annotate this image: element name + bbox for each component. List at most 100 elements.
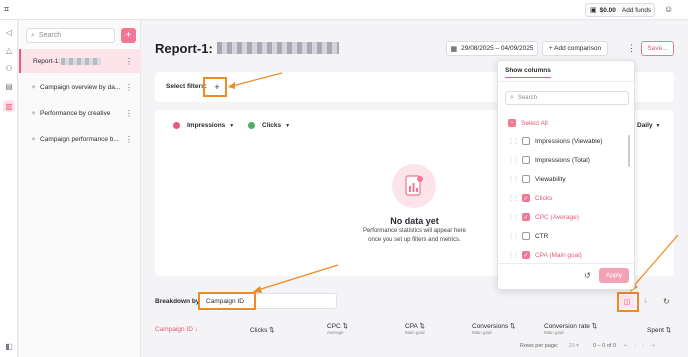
search-placeholder: Search	[38, 32, 62, 39]
select-all-checkbox[interactable]: − Select All	[508, 117, 548, 129]
more-options-icon[interactable]: ⋮	[125, 109, 133, 118]
sparkle-icon: ✧	[31, 136, 37, 143]
column-option[interactable]: ⋮⋮ Impressions (Total)	[508, 154, 590, 166]
save-label: Save...	[647, 45, 668, 52]
granularity-label: Daily	[637, 122, 653, 129]
report-item-label: Campaign performance b...	[40, 135, 119, 143]
metric-color-dot	[248, 122, 255, 129]
col-label: CPC	[327, 323, 341, 330]
report-list-panel: ⌕ Search + Report-1: ⋮ ✧ Campaign overvi…	[19, 20, 141, 357]
prev-page-icon[interactable]: ‹	[635, 343, 637, 349]
col-label: CPA	[405, 323, 418, 330]
drag-handle-icon[interactable]: ⋮⋮	[508, 214, 519, 221]
report-item-label: Performance by creative	[40, 109, 111, 117]
date-range-value: 29/08/2025 – 04/09/2025	[461, 45, 534, 52]
balance-chip[interactable]: ▣ $0.00 Add funds	[585, 3, 655, 17]
col-header-conversion-rate[interactable]: Conversion rate ⇅ Main goal	[544, 322, 597, 335]
more-options-icon[interactable]: ⋮	[125, 135, 133, 144]
metric-selector-impressions[interactable]: Impressions ▼	[173, 122, 234, 129]
checkmark-icon[interactable]: ✓	[522, 194, 530, 202]
people-icon[interactable]: ⚇	[3, 62, 15, 74]
metric-selector-clicks[interactable]: Clicks ▼	[248, 122, 290, 129]
checkmark-icon[interactable]: ✓	[522, 251, 530, 259]
drag-handle-icon[interactable]: ⋮⋮	[508, 252, 519, 259]
checkbox[interactable]	[522, 137, 530, 145]
column-option[interactable]: ⋮⋮ Viewability	[508, 173, 566, 185]
report-item[interactable]: ✧ Campaign overview by da... ⋮	[19, 75, 141, 99]
col-label: Conversion rate	[544, 323, 590, 330]
report-document-icon	[405, 175, 423, 196]
column-option-label: Viewability	[535, 175, 566, 183]
apply-button[interactable]: Apply	[599, 268, 629, 283]
granularity-selector[interactable]: Daily ▼	[637, 122, 661, 129]
date-range-picker[interactable]: ▦ 29/08/2025 – 04/09/2025	[446, 41, 538, 56]
annotation-highlight	[617, 292, 639, 312]
col-header-conversions[interactable]: Conversions ⇅ Main goal	[472, 322, 515, 335]
icon-rail: ◁ △ ⚇ ▤ ▥ ◧	[0, 20, 18, 357]
drag-handle-icon[interactable]: ⋮⋮	[508, 176, 519, 183]
col-label: Spent	[647, 327, 664, 334]
add-report-button[interactable]: +	[121, 28, 136, 43]
chevron-down-icon: ▼	[285, 122, 291, 129]
report-item-label: Report-1:	[33, 57, 61, 65]
tab-show-columns[interactable]: Show columns	[505, 67, 551, 78]
report-item[interactable]: Report-1: ⋮	[19, 49, 141, 73]
download-icon[interactable]: ⤓	[644, 297, 647, 305]
checkbox[interactable]	[522, 175, 530, 183]
more-options-icon[interactable]: ⋮	[125, 83, 133, 92]
columns-scrollbar[interactable]	[628, 135, 630, 167]
drag-handle-icon[interactable]: ⋮⋮	[508, 157, 519, 164]
rows-per-page-select[interactable]: 20 ▾	[569, 343, 579, 349]
search-placeholder: Search	[517, 95, 537, 101]
user-icon[interactable]: ☺	[664, 4, 676, 16]
report-item-label: Campaign overview by da...	[40, 83, 121, 91]
next-page-icon[interactable]: ›	[642, 343, 644, 349]
chart-icon[interactable]: ▤	[3, 80, 15, 92]
column-option[interactable]: ⋮⋮ CTR	[508, 230, 548, 242]
top-bar: ⌗ ▣ $0.00 Add funds ☺	[0, 0, 688, 20]
col-header-spent[interactable]: Spent ⇅	[647, 326, 671, 334]
flask-icon[interactable]: △	[3, 44, 15, 56]
drag-handle-icon[interactable]: ⋮⋮	[508, 138, 519, 145]
page-range: 0 – 0 of 0	[592, 343, 616, 349]
report-item[interactable]: ✧ Campaign performance b... ⋮	[19, 127, 141, 151]
column-option[interactable]: ⋮⋮ Impressions (Viewable)	[508, 135, 602, 147]
column-option[interactable]: ⋮⋮ ✓ CPC (Average)	[508, 211, 579, 223]
drag-handle-icon[interactable]: ⋮⋮	[508, 233, 519, 240]
columns-search-input[interactable]: ⌕ Search	[505, 91, 629, 105]
col-header-cpc[interactable]: CPC ⇅ Average	[327, 322, 348, 335]
save-button[interactable]: Save...	[641, 41, 674, 56]
drag-handle-icon[interactable]: ⋮⋮	[508, 195, 519, 202]
reset-icon[interactable]: ↺	[584, 271, 591, 280]
last-page-icon[interactable]: ⇥	[650, 343, 655, 349]
report-item[interactable]: ✧ Performance by creative ⋮	[19, 101, 141, 125]
sparkle-icon: ✧	[31, 110, 37, 117]
checkmark-icon[interactable]: ✓	[522, 213, 530, 221]
checkbox[interactable]	[522, 156, 530, 164]
tab-label: Show columns	[505, 67, 551, 74]
apply-label: Apply	[605, 272, 623, 279]
reports-icon[interactable]: ▥	[3, 100, 15, 112]
column-option[interactable]: ⋮⋮ ✓ CPA (Main goal)	[508, 249, 582, 261]
first-page-icon[interactable]: ⇤	[624, 343, 629, 349]
refresh-icon[interactable]: ↻	[663, 297, 670, 306]
pagination: Rows per page: 20 ▾ 0 – 0 of 0 ⇤ ‹ › ⇥	[520, 343, 655, 349]
report-search-input[interactable]: ⌕ Search	[26, 28, 115, 43]
more-options-icon[interactable]: ⋮	[125, 57, 133, 66]
collapse-sidebar-icon[interactable]: ◧	[3, 340, 15, 352]
sparkle-icon: ✧	[31, 84, 37, 91]
add-comparison-label: + Add comparison	[548, 45, 602, 52]
breakdown-label: Breakdown by:	[155, 298, 202, 305]
wallet-icon: ▣	[590, 7, 597, 14]
col-header-clicks[interactable]: Clicks ⇅	[250, 326, 275, 334]
checkbox[interactable]	[522, 232, 530, 240]
megaphone-icon[interactable]: ◁	[3, 26, 15, 38]
column-option[interactable]: ⋮⋮ ✓ Clicks	[508, 192, 552, 204]
add-comparison-button[interactable]: + Add comparison	[542, 41, 608, 56]
more-options-icon[interactable]: ⋮	[627, 43, 636, 54]
key-logo-icon[interactable]: ⌗	[4, 4, 16, 16]
add-funds-button[interactable]: Add funds	[622, 7, 651, 14]
col-header-campaign-id[interactable]: Campaign ID ↓	[155, 326, 198, 333]
col-header-cpa[interactable]: CPA ⇅ Main goal	[405, 322, 425, 335]
calendar-icon: ▦	[450, 45, 458, 53]
